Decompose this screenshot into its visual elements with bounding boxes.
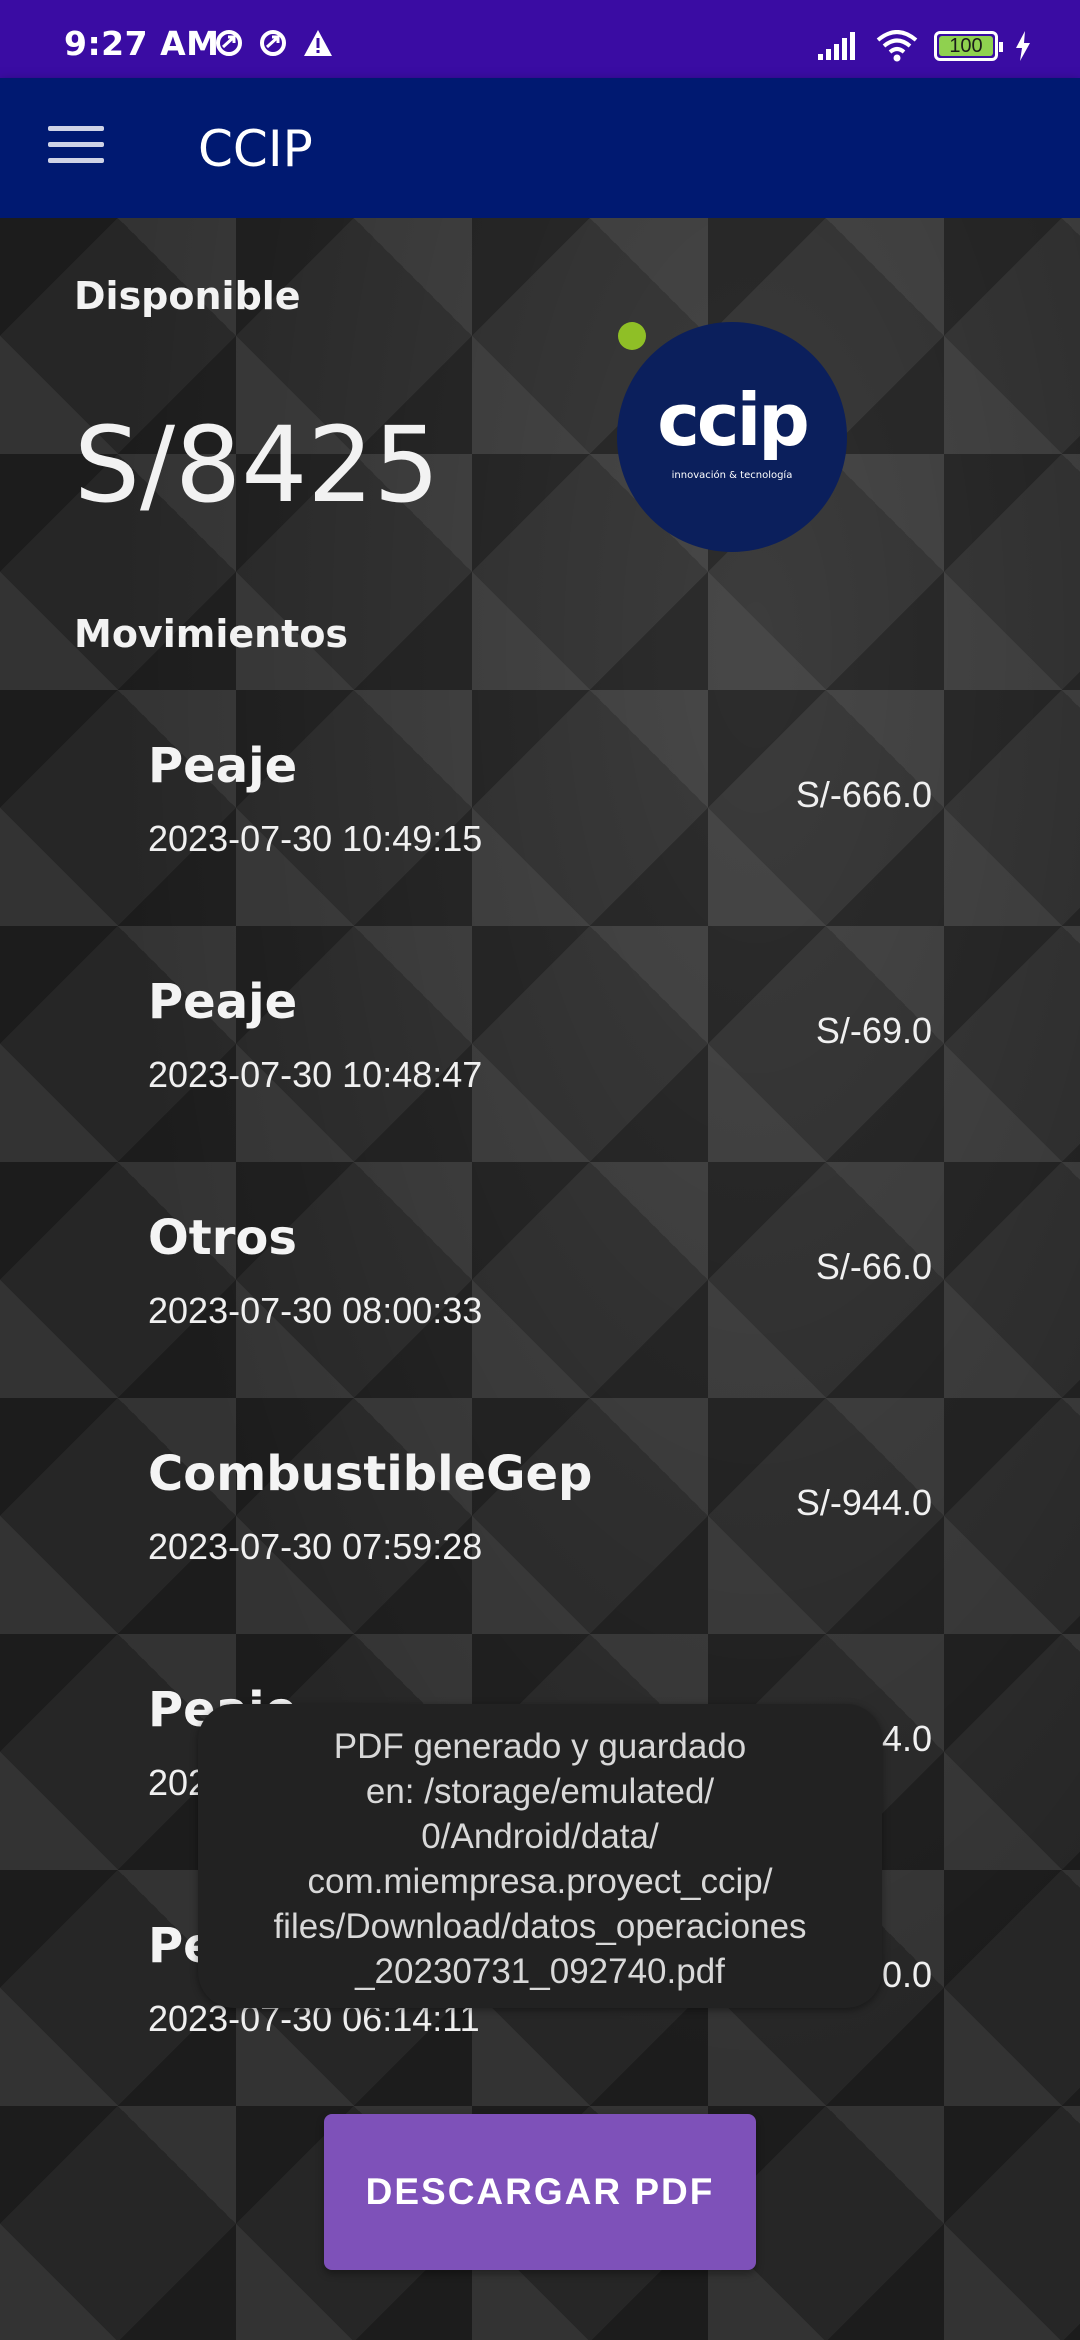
battery-level: 100: [949, 35, 983, 57]
movement-amount: 0.0: [881, 1954, 932, 1995]
movement-date: 2023-07-30 07:59:28: [148, 1526, 483, 1567]
movement-item[interactable]: CombustibleGep 2023-07-30 07:59:28 S/-94…: [0, 1446, 1080, 1666]
app-bar: CCIP: [0, 78, 1080, 218]
movements-label: Movimientos: [74, 612, 349, 656]
warning-icon: [304, 30, 332, 56]
status-left-icons: [214, 28, 334, 58]
toast-line: PDF generado y guardado: [333, 1727, 747, 1766]
movement-amount: S/-666.0: [795, 774, 932, 815]
toast-line: com.miempresa.proyect_ccip/: [307, 1862, 773, 1901]
status-time: 9:27 AM: [64, 24, 220, 63]
toast-line: 0/Android/data/: [421, 1817, 659, 1856]
status-bar: 9:27 AM 100: [0, 0, 1080, 78]
toast-message: PDF generado y guardado en: /storage/emu…: [198, 1704, 882, 2008]
movement-amount: S/-66.0: [815, 1246, 932, 1287]
movement-item[interactable]: Otros 2023-07-30 08:00:33 S/-66.0: [0, 1210, 1080, 1430]
movement-title: Peaje: [148, 738, 298, 794]
logo-dot: [618, 322, 646, 350]
data-saver-icon: [216, 30, 242, 56]
signal-icon: [818, 32, 855, 60]
toast-line: en: /storage/emulated/: [365, 1772, 715, 1811]
wifi-icon: [876, 30, 918, 62]
ccip-logo: ccip innovación & tecnología: [617, 322, 847, 552]
movement-item[interactable]: Peaje 2023-07-30 10:48:47 S/-69.0: [0, 974, 1080, 1194]
movement-amount: 4.0: [881, 1718, 932, 1759]
app-title: CCIP: [198, 120, 313, 178]
data-saver-icon: [260, 30, 286, 56]
download-pdf-button[interactable]: DESCARGAR PDF: [324, 2114, 756, 2270]
movement-title: CombustibleGep: [148, 1446, 593, 1502]
charging-icon: [1016, 31, 1030, 61]
content-area: Disponible S/8425 ccip innovación & tecn…: [0, 218, 1080, 2340]
balance-label: Disponible: [74, 274, 301, 318]
movement-date: 2023-07-30 10:49:15: [148, 818, 483, 859]
status-right-icons: 100: [818, 30, 1032, 62]
logo-text: ccip: [657, 378, 810, 462]
toast-line: files/Download/datos_operaciones: [273, 1907, 807, 1946]
toast-line: _20230731_092740.pdf: [355, 1952, 725, 1991]
balance-amount: S/8425: [74, 404, 440, 526]
movement-date: 2023-07-30 10:48:47: [148, 1054, 483, 1095]
movement-amount: S/-944.0: [795, 1482, 932, 1523]
hamburger-menu-icon[interactable]: [48, 126, 104, 170]
movement-item[interactable]: Peaje 2023-07-30 10:49:15 S/-666.0: [0, 738, 1080, 958]
movement-amount: S/-69.0: [815, 1010, 932, 1051]
battery-icon: 100: [934, 31, 1003, 61]
logo-subtext: innovación & tecnología: [671, 470, 793, 481]
movement-title: Peaje: [148, 974, 298, 1030]
movement-title: Otros: [148, 1210, 297, 1266]
movement-date: 2023-07-30 08:00:33: [148, 1290, 483, 1331]
